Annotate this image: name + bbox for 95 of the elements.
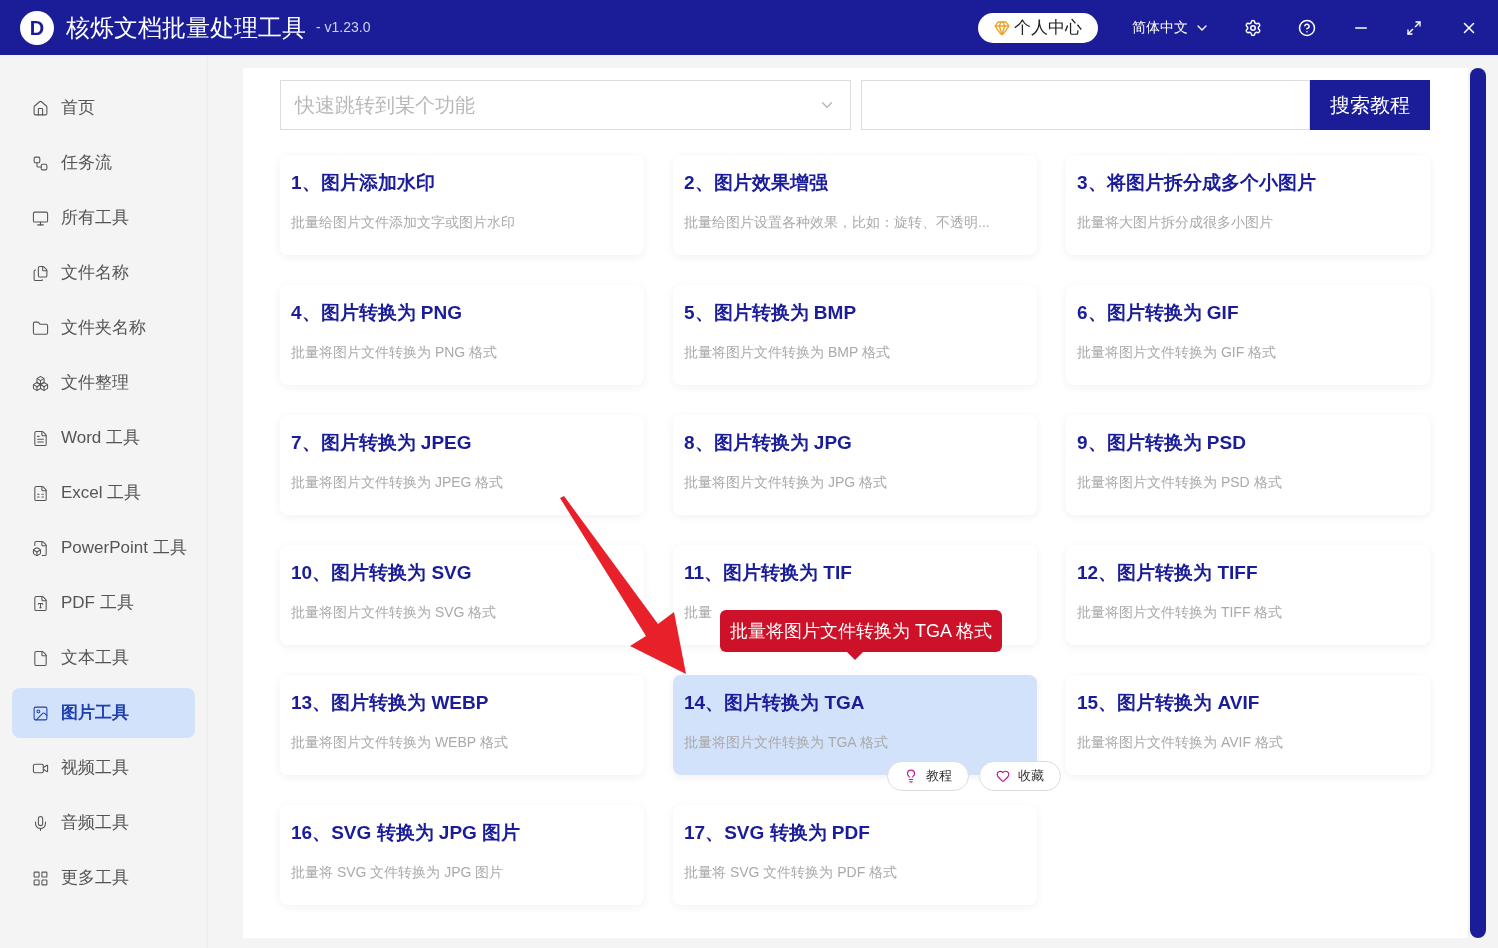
- document-icon: [32, 539, 49, 557]
- sidebar-item[interactable]: Excel 工具: [12, 468, 195, 518]
- tool-card[interactable]: 7、图片转换为 JPEG 批量将图片文件转换为 JPEG 格式: [280, 415, 644, 515]
- heart-icon: [996, 769, 1010, 783]
- sidebar-item[interactable]: 文件夹名称: [12, 303, 195, 353]
- flow-icon: [32, 154, 49, 172]
- card-title: 7、图片转换为 JPEG: [291, 431, 473, 455]
- tool-card[interactable]: 2、图片效果增强 批量给图片设置各种效果，比如：旋转、不透明...: [673, 155, 1037, 255]
- tool-card[interactable]: 9、图片转换为 PSD 批量将图片文件转换为 PSD 格式: [1066, 415, 1430, 515]
- card-description: 批量将图片文件转换为 JPG 格式: [684, 472, 888, 492]
- lightbulb-icon: [904, 769, 918, 783]
- microphone-icon: [32, 814, 49, 832]
- sidebar-item[interactable]: 任务流: [12, 138, 195, 188]
- sidebar-item[interactable]: 文件整理: [12, 358, 195, 408]
- card-description: 批量给图片设置各种效果，比如：旋转、不透明...: [684, 212, 991, 232]
- card-description: 批量将图片文件转换为 TIFF 格式: [1077, 602, 1284, 622]
- tool-card[interactable]: 4、图片转换为 PNG 批量将图片文件转换为 PNG 格式: [280, 285, 644, 385]
- card-description: 批量将图片文件转换为 SVG 格式: [291, 602, 498, 622]
- sidebar-item[interactable]: 更多工具: [12, 853, 195, 903]
- card-title: 13、图片转换为 WEBP: [291, 691, 490, 715]
- sidebar-item[interactable]: 所有工具: [12, 193, 195, 243]
- card-title: 4、图片转换为 PNG: [291, 301, 464, 325]
- tooltip-tail: [847, 652, 863, 660]
- card-description: 批量将图片文件转换为 PSD 格式: [1077, 472, 1283, 492]
- card-title: 5、图片转换为 BMP: [684, 301, 858, 325]
- card-title: 15、图片转换为 AVIF: [1077, 691, 1261, 715]
- card-description: 批量将图片文件转换为 WEBP 格式: [291, 732, 509, 752]
- image-icon: [32, 704, 49, 722]
- folder-icon: [32, 319, 49, 337]
- card-title: 1、图片添加水印: [291, 171, 436, 195]
- tool-card[interactable]: 12、图片转换为 TIFF 批量将图片文件转换为 TIFF 格式: [1066, 545, 1430, 645]
- sidebar-item[interactable]: 音频工具: [12, 798, 195, 848]
- card-description: 批量将 SVG 文件转换为 JPG 图片: [291, 862, 505, 882]
- tool-card[interactable]: 13、图片转换为 WEBP 批量将图片文件转换为 WEBP 格式: [280, 675, 644, 775]
- card-title: 17、SVG 转换为 PDF: [684, 821, 871, 845]
- document-icon: [32, 429, 49, 447]
- card-description: 批量: [684, 602, 713, 622]
- card-title: 3、将图片拆分成多个小图片: [1077, 171, 1317, 195]
- card-title: 16、SVG 转换为 JPG 图片: [291, 821, 522, 845]
- card-title: 2、图片效果增强: [684, 171, 829, 195]
- card-description: 批量将大图片拆分成很多小图片: [1077, 212, 1274, 232]
- card-title: 12、图片转换为 TIFF: [1077, 561, 1259, 585]
- maximize-icon[interactable]: [1406, 19, 1422, 36]
- card-title: 8、图片转换为 JPG: [684, 431, 853, 455]
- favorite-button[interactable]: 收藏: [979, 761, 1061, 791]
- card-description: 批量将 SVG 文件转换为 PDF 格式: [684, 862, 899, 882]
- tool-card[interactable]: 15、图片转换为 AVIF 批量将图片文件转换为 AVIF 格式: [1066, 675, 1430, 775]
- tool-card[interactable]: 5、图片转换为 BMP 批量将图片文件转换为 BMP 格式: [673, 285, 1037, 385]
- card-description: 批量将图片文件转换为 PNG 格式: [291, 342, 499, 362]
- tool-card[interactable]: 10、图片转换为 SVG 批量将图片文件转换为 SVG 格式: [280, 545, 644, 645]
- sidebar-item[interactable]: PowerPoint 工具: [12, 523, 195, 573]
- card-description: 批量将图片文件转换为 JPEG 格式: [291, 472, 505, 492]
- card-description: 批量将图片文件转换为 AVIF 格式: [1077, 732, 1284, 752]
- user-center-button[interactable]: 个人中心: [978, 12, 1098, 43]
- window-title: 核烁文档批量处理工具: [66, 12, 306, 43]
- diamond-icon: [994, 19, 1010, 36]
- version-label: - v1.23.0: [316, 18, 371, 37]
- tool-card[interactable]: 1、图片添加水印 批量给图片文件添加文字或图片水印: [280, 155, 644, 255]
- card-title: 11、图片转换为 TIF: [684, 561, 853, 585]
- app-logo: D: [20, 10, 54, 45]
- card-description: 批量将图片文件转换为 BMP 格式: [684, 342, 891, 362]
- files-icon: [32, 264, 49, 282]
- settings-icon[interactable]: [1244, 18, 1262, 37]
- tutorial-button[interactable]: 教程: [887, 761, 969, 791]
- sidebar-item[interactable]: 视频工具: [12, 743, 195, 793]
- tooltip: 批量将图片文件转换为 TGA 格式: [720, 610, 1002, 652]
- sidebar-item[interactable]: PDF 工具: [12, 578, 195, 628]
- language-dropdown[interactable]: 简体中文: [1132, 17, 1210, 38]
- document-icon: [32, 649, 49, 667]
- sidebar-item[interactable]: Word 工具: [12, 413, 195, 463]
- sidebar-item[interactable]: 文件名称: [12, 248, 195, 298]
- search-field[interactable]: [861, 80, 1310, 130]
- card-title: 10、图片转换为 SVG: [291, 561, 473, 585]
- tool-card[interactable]: 8、图片转换为 JPG 批量将图片文件转换为 JPG 格式: [673, 415, 1037, 515]
- search-tutorial-button[interactable]: 搜索教程: [1310, 80, 1430, 130]
- tool-card[interactable]: 6、图片转换为 GIF 批量将图片文件转换为 GIF 格式: [1066, 285, 1430, 385]
- grid-icon: [32, 869, 49, 887]
- tool-card[interactable]: 3、将图片拆分成多个小图片 批量将大图片拆分成很多小图片: [1066, 155, 1430, 255]
- card-title: 14、图片转换为 TGA: [684, 691, 866, 715]
- blocks-icon: [32, 374, 49, 392]
- spreadsheet-icon: [32, 484, 49, 502]
- sidebar-item[interactable]: 文本工具: [12, 633, 195, 683]
- sidebar-item[interactable]: 首页: [12, 83, 195, 133]
- document-icon: [32, 594, 49, 612]
- sidebar-item[interactable]: 图片工具: [12, 688, 195, 738]
- card-description: 批量将图片文件转换为 TGA 格式: [684, 732, 889, 752]
- help-icon[interactable]: [1298, 18, 1316, 37]
- card-title: 6、图片转换为 GIF: [1077, 301, 1240, 325]
- home-icon: [32, 99, 49, 117]
- tool-card[interactable]: 16、SVG 转换为 JPG 图片 批量将 SVG 文件转换为 JPG 图片: [280, 805, 644, 905]
- monitor-icon: [32, 209, 49, 227]
- card-title: 9、图片转换为 PSD: [1077, 431, 1247, 455]
- card-description: 批量给图片文件添加文字或图片水印: [291, 212, 516, 232]
- card-description: 批量将图片文件转换为 GIF 格式: [1077, 342, 1278, 362]
- tool-card[interactable]: 17、SVG 转换为 PDF 批量将 SVG 文件转换为 PDF 格式: [673, 805, 1037, 905]
